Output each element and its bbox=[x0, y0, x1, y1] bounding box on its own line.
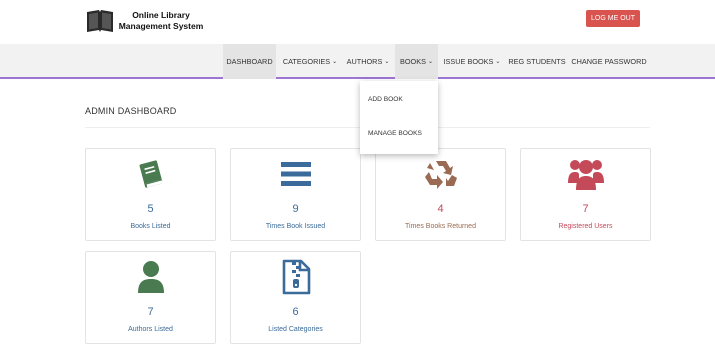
menu-item-manage-books[interactable]: MANAGE BOOKS bbox=[368, 130, 422, 137]
stat-value: 9 bbox=[292, 203, 299, 215]
stat-card-authors-listed[interactable]: 7 Authors Listed bbox=[85, 251, 216, 344]
nav-item-label: CHANGE PASSWORD bbox=[571, 57, 647, 66]
stat-value: 4 bbox=[437, 203, 444, 215]
nav-item-dashboard[interactable]: DASHBOARD bbox=[223, 44, 276, 79]
book-icon bbox=[86, 155, 215, 193]
nav-item-categories[interactable]: CATEGORIES ⌄ bbox=[280, 44, 340, 79]
stat-label: Registered Users bbox=[558, 223, 613, 230]
users-icon bbox=[521, 155, 650, 193]
menu-item-add-book[interactable]: ADD BOOK bbox=[368, 96, 403, 103]
nav-item-label: AUTHORS bbox=[346, 57, 383, 66]
stat-label: Times Book Issued bbox=[265, 223, 326, 230]
chevron-down-icon: ⌄ bbox=[495, 59, 501, 65]
stat-card-registered-users[interactable]: 7 Registered Users bbox=[520, 148, 651, 241]
recycle-icon bbox=[376, 155, 505, 193]
brand-line-1: Online Library bbox=[132, 10, 190, 20]
nav-item-label: CATEGORIES bbox=[282, 57, 331, 66]
stat-label: Times Books Returned bbox=[405, 223, 476, 230]
main-nav: DASHBOARD CATEGORIES ⌄ AUTHORS ⌄ BOOKS ⌄ IS… bbox=[0, 44, 715, 79]
chevron-down-icon: ⌄ bbox=[384, 59, 390, 65]
nav-item-change-password[interactable]: CHANGE PASSWORD bbox=[570, 44, 648, 79]
book-logo-icon bbox=[87, 10, 113, 32]
stat-value: 7 bbox=[147, 306, 154, 318]
stat-card-books-listed[interactable]: 5 Books Listed bbox=[85, 148, 216, 241]
nav-item-label: ISSUE BOOKS bbox=[443, 57, 494, 66]
stat-value: 7 bbox=[582, 203, 589, 215]
stat-value: 5 bbox=[147, 203, 154, 215]
brand-line-2: Management System bbox=[118, 21, 204, 31]
nav-item-authors[interactable]: AUTHORS ⌄ bbox=[343, 44, 393, 79]
stat-label: Authors Listed bbox=[128, 326, 173, 333]
logout-button[interactable]: LOG ME OUT bbox=[586, 10, 640, 27]
nav-item-issue-books[interactable]: ISSUE BOOKS ⌄ bbox=[441, 44, 503, 79]
nav-item-books[interactable]: BOOKS ⌄ bbox=[395, 44, 438, 79]
chevron-down-icon: ⌄ bbox=[332, 59, 338, 65]
brand-title: Online Library Management System bbox=[117, 10, 205, 32]
stat-card-times-returned[interactable]: 4 Times Books Returned bbox=[375, 148, 506, 241]
stat-value: 6 bbox=[292, 306, 299, 318]
nav-item-reg-students[interactable]: REG STUDENTS bbox=[507, 44, 567, 79]
stat-card-times-issued[interactable]: 9 Times Book Issued bbox=[230, 148, 361, 241]
nav-item-label: DASHBOARD bbox=[226, 57, 273, 66]
user-icon bbox=[86, 258, 215, 296]
chevron-down-icon: ⌄ bbox=[427, 59, 433, 65]
nav-item-label: REG STUDENTS bbox=[508, 57, 566, 66]
nav-item-label: BOOKS bbox=[400, 57, 426, 66]
stat-label: Books Listed bbox=[130, 223, 171, 230]
file-zip-icon bbox=[231, 258, 360, 296]
header: Online Library Management System LOG ME … bbox=[0, 0, 715, 44]
page-title: ADMIN DASHBOARD bbox=[85, 106, 177, 116]
stat-label: Listed Categories bbox=[268, 326, 323, 333]
list-icon bbox=[231, 155, 360, 193]
books-dropdown-menu: ADD BOOK MANAGE BOOKS bbox=[360, 81, 438, 154]
stat-card-listed-categories[interactable]: 6 Listed Categories bbox=[230, 251, 361, 344]
